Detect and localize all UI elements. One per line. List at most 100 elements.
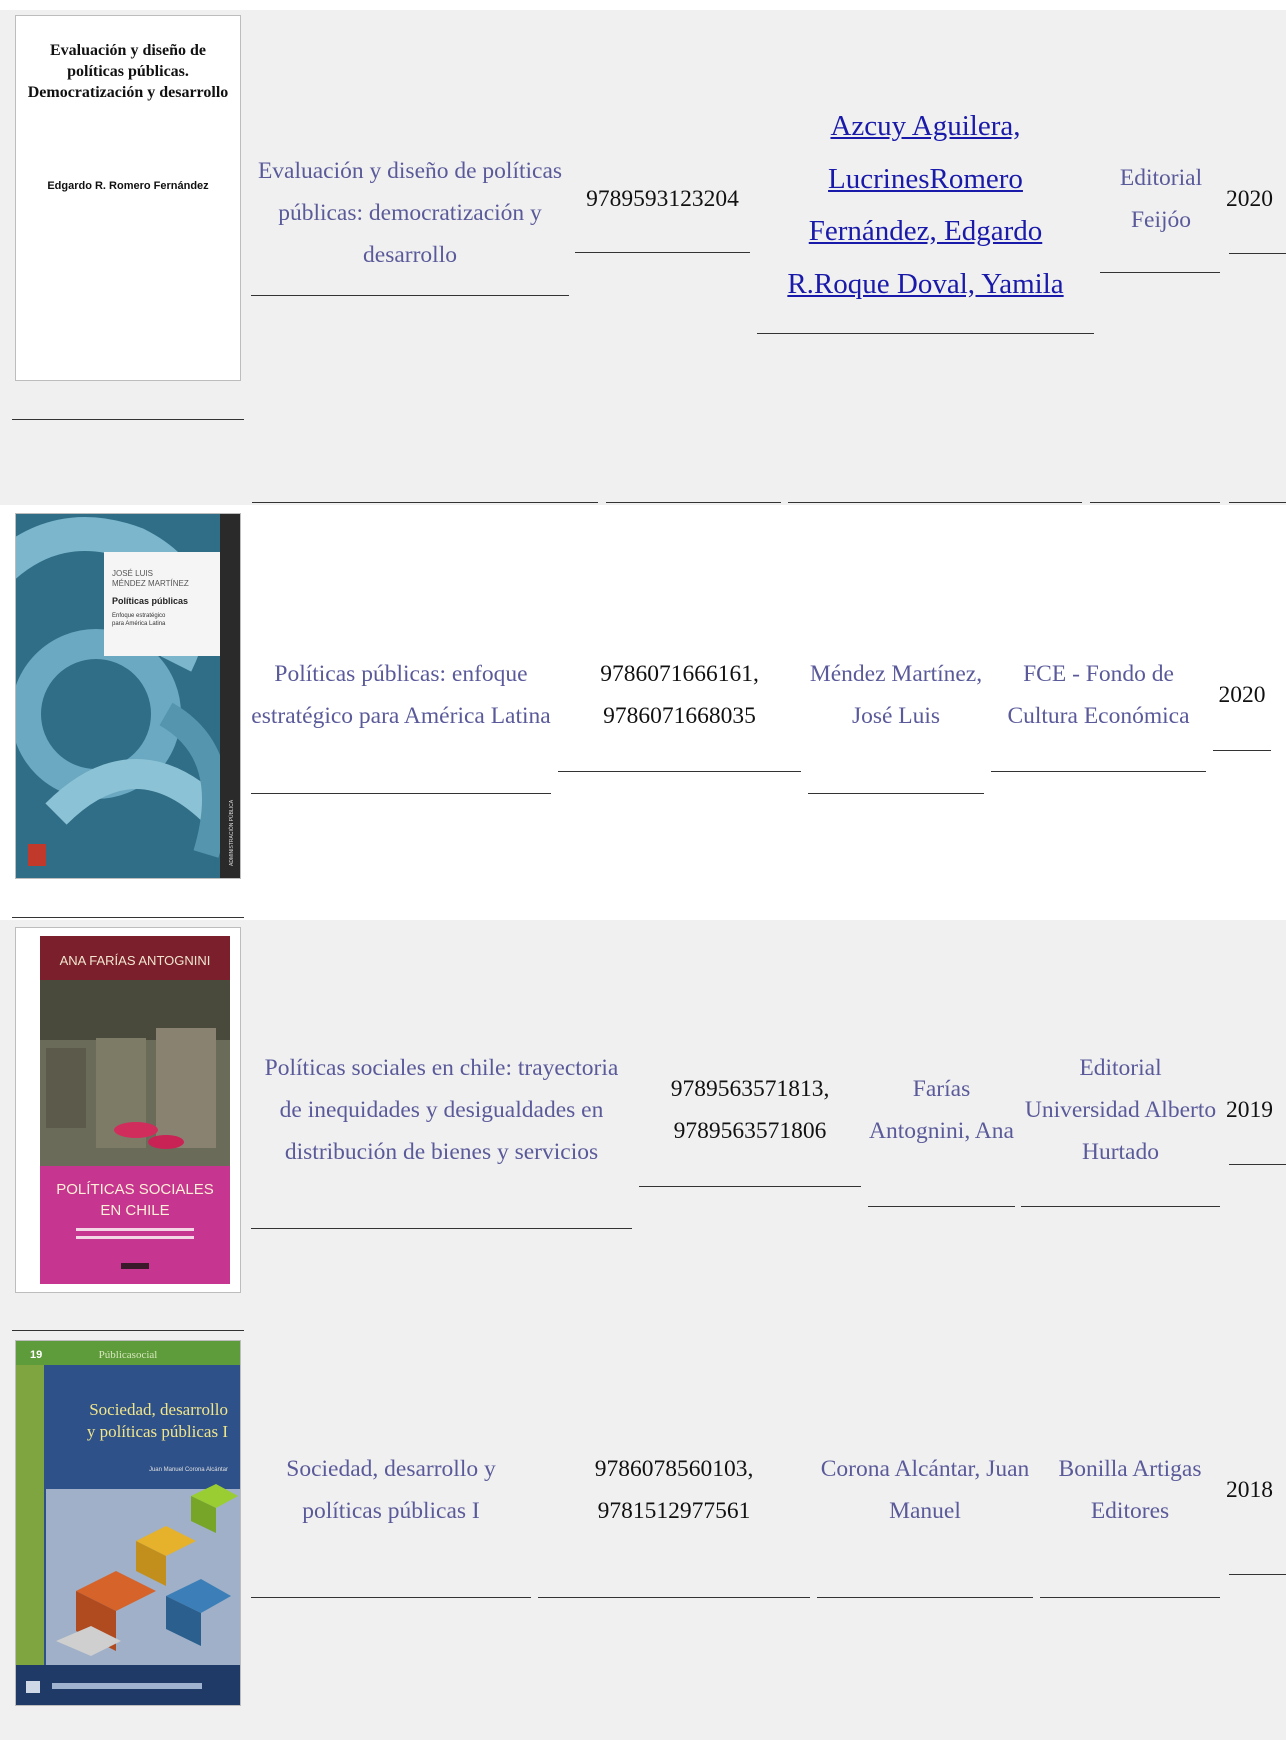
cover-subtitle-line: para América Latina <box>112 621 166 627</box>
cell-rule <box>757 333 1094 334</box>
book-isbn: 9786071666161, 9786071668035 <box>558 653 801 737</box>
book-cover[interactable]: ANA FARÍAS ANTOGNINI POLÍTICAS SOCIALES … <box>15 927 241 1293</box>
year-text: 2018 <box>1226 1477 1273 1503</box>
author-line[interactable]: Azcuy Aguilera, <box>830 100 1020 153</box>
cell-rule <box>1229 1574 1286 1575</box>
cell-rule <box>12 419 244 420</box>
cover-title: Políticas públicas <box>112 596 188 606</box>
book-isbn: 9789563571813, 9789563571806 <box>639 1068 861 1152</box>
publisher-text: FCE - Fondo de Cultura Económica <box>1007 661 1190 729</box>
cover-title-line: EN CHILE <box>100 1202 169 1219</box>
book-author[interactable]: Corona Alcántar, Juan Manuel <box>817 1448 1033 1532</box>
book-row: Evaluación y diseño de políticas pública… <box>0 10 1286 505</box>
book-title[interactable]: Evaluación y diseño de políticas pública… <box>251 150 569 276</box>
author-line[interactable]: Fernández, Edgardo <box>809 205 1043 258</box>
book-cover[interactable]: Evaluación y diseño de políticas pública… <box>15 15 241 381</box>
book-title-text: Políticas públicas: enfoque estratégico … <box>251 661 551 729</box>
cover-author-line: JOSÉ LUIS <box>112 569 153 578</box>
cell-rule <box>251 295 569 296</box>
year-text: 2019 <box>1226 1097 1273 1123</box>
year-text: 2020 <box>1218 682 1266 708</box>
publisher-text: Editorial Universidad Alberto Hurtado <box>1024 1055 1217 1165</box>
cover-title-line: POLÍTICAS SOCIALES <box>56 1181 214 1198</box>
cell-rule <box>1229 1164 1286 1165</box>
author-text: Méndez Martínez, José Luis <box>809 661 983 729</box>
cell-rule <box>991 771 1206 772</box>
book-title-text: Evaluación y diseño de políticas pública… <box>257 158 563 268</box>
cover-author: Edgardo R. Romero Fernández <box>47 180 209 192</box>
cell-rule <box>558 771 801 772</box>
book-title[interactable]: Sociedad, desarrollo y políticas pública… <box>251 1448 531 1532</box>
book-cover[interactable]: 19 Públicasocial Sociedad, desarrollo y … <box>15 1340 241 1706</box>
cell-rule <box>12 1330 244 1331</box>
book-year: 2018 <box>1226 1469 1286 1511</box>
cell-rule <box>251 793 551 794</box>
cover-title-line: políticas públicas. <box>67 63 189 80</box>
cover-author-line: MÉNDEZ MARTÍNEZ <box>112 579 189 588</box>
book-publisher[interactable]: Editorial Universidad Alberto Hurtado <box>1021 1047 1220 1173</box>
cell-rule <box>575 252 750 253</box>
isbn-line: 9789563571813, <box>670 1076 830 1102</box>
cover-subtitle-line: Enfoque estratégico <box>112 613 166 619</box>
book-year: 2020 <box>1226 178 1286 220</box>
row-rule <box>606 502 781 503</box>
cell-rule <box>251 1228 632 1229</box>
cell-rule <box>808 793 984 794</box>
row-rule <box>252 502 598 503</box>
book-publisher[interactable]: Bonilla Artigas Editores <box>1040 1448 1220 1532</box>
cover-title-line: Sociedad, desarrollo <box>89 1400 228 1419</box>
cover-series: Públicasocial <box>99 1349 158 1361</box>
isbn-line: 9786078560103, <box>594 1456 754 1482</box>
row-rule <box>788 502 1082 503</box>
book-author-link[interactable]: Azcuy Aguilera, LucrinesRomero Fernández… <box>757 100 1094 310</box>
book-row: 19 Públicasocial Sociedad, desarrollo y … <box>0 1332 1286 1740</box>
cell-rule <box>868 1206 1015 1207</box>
book-title-text: Sociedad, desarrollo y políticas pública… <box>286 1456 496 1524</box>
row-rule <box>1090 502 1220 503</box>
cover-editor: Juan Manuel Corona Alcántar <box>149 1467 228 1473</box>
isbn-line: 9789563571806 <box>673 1118 827 1144</box>
book-author[interactable]: Farías Antognini, Ana <box>868 1047 1015 1173</box>
book-year: 2019 <box>1226 1089 1286 1131</box>
publisher-text: Bonilla Artigas Editores <box>1058 1456 1202 1524</box>
isbn-line: 9781512977561 <box>597 1498 751 1524</box>
cover-author: ANA FARÍAS ANTOGNINI <box>60 953 211 968</box>
book-title-text: Políticas sociales en chile: trayectoria… <box>264 1055 619 1165</box>
book-row: JOSÉ LUIS MÉNDEZ MARTÍNEZ Políticas públ… <box>0 505 1286 920</box>
book-row: ANA FARÍAS ANTOGNINI POLÍTICAS SOCIALES … <box>0 920 1286 1332</box>
cover-spine-text: ADMINISTRACIÓN PÚBLICA <box>228 799 235 866</box>
author-text: Farías Antognini, Ana <box>869 1076 1014 1144</box>
cover-title-line: y políticas públicas I <box>87 1422 229 1441</box>
isbn-text: 9789593123204 <box>586 186 739 212</box>
book-title[interactable]: Políticas sociales en chile: trayectoria… <box>251 1026 632 1194</box>
year-text: 2020 <box>1226 186 1273 212</box>
cell-rule <box>1040 1597 1220 1598</box>
book-isbn: 9789593123204 <box>575 178 750 220</box>
publisher-text: Editorial Feijóo <box>1119 165 1203 233</box>
row-rule <box>1229 502 1286 503</box>
author-line[interactable]: R.Roque Doval, Yamila <box>787 258 1063 311</box>
cell-rule <box>12 917 244 918</box>
book-author[interactable]: Méndez Martínez, José Luis <box>808 632 984 758</box>
cell-rule <box>1021 1206 1220 1207</box>
cell-rule <box>538 1597 810 1598</box>
cell-rule <box>1213 750 1271 751</box>
cell-rule <box>1229 253 1286 254</box>
author-line[interactable]: LucrinesRomero <box>828 153 1023 206</box>
book-year: 2020 <box>1213 674 1271 716</box>
cell-rule <box>639 1186 861 1187</box>
book-publisher[interactable]: FCE - Fondo de Cultura Económica <box>991 653 1206 737</box>
cover-title-line: Democratización y desarrollo <box>28 84 229 101</box>
cover-title-line: Evaluación y diseño de <box>50 42 206 59</box>
book-cover[interactable]: JOSÉ LUIS MÉNDEZ MARTÍNEZ Políticas públ… <box>15 513 241 879</box>
cell-rule <box>817 1597 1033 1598</box>
isbn-line: 9786071668035 <box>603 703 756 729</box>
cell-rule <box>251 1597 531 1598</box>
book-title[interactable]: Políticas públicas: enfoque estratégico … <box>251 632 551 758</box>
author-text: Corona Alcántar, Juan Manuel <box>820 1456 1030 1524</box>
isbn-line: 9786071666161, <box>600 661 759 687</box>
cell-rule <box>1100 272 1220 273</box>
cover-number: 19 <box>30 1349 42 1361</box>
book-isbn: 9786078560103, 9781512977561 <box>538 1448 810 1532</box>
book-publisher[interactable]: Editorial Feijóo <box>1101 157 1221 241</box>
